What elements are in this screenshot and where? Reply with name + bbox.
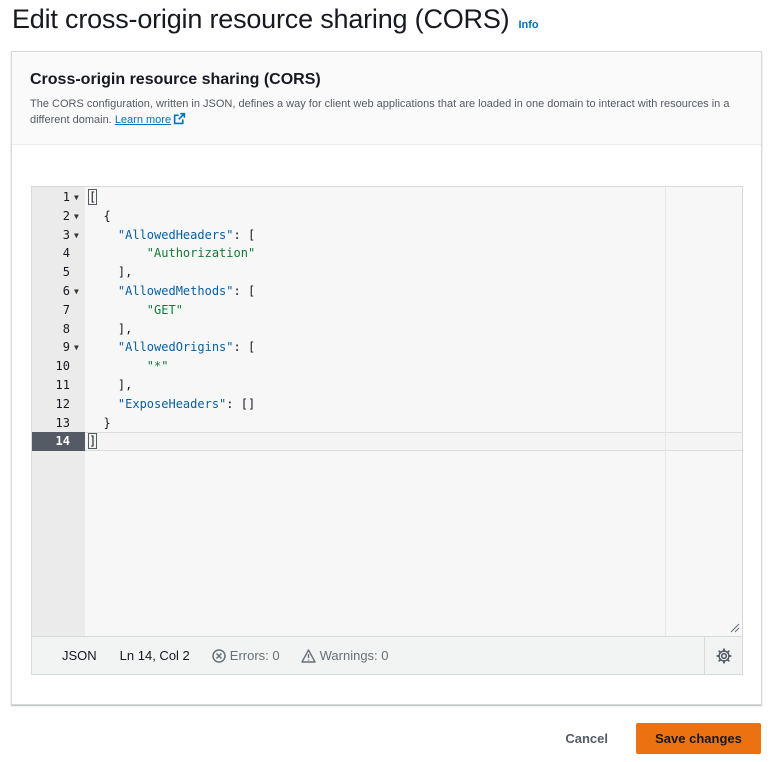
cors-panel: Cross-origin resource sharing (CORS) The… xyxy=(11,51,762,705)
warning-icon xyxy=(300,648,316,663)
code-text: "Authorization" xyxy=(89,244,255,263)
learn-more-label[interactable]: Learn more xyxy=(115,114,171,126)
save-changes-button[interactable]: Save changes xyxy=(636,723,761,754)
line-number: 2 xyxy=(62,208,70,223)
json-key: "AllowedOrigins" xyxy=(117,340,234,355)
editor-settings-button[interactable] xyxy=(704,637,742,674)
code-editor[interactable]: 1 ▼[2 ▼ {3 ▼ "AllowedHeaders": [4 "Authoriz… xyxy=(31,186,743,675)
code-line[interactable]: 2 ▼ { xyxy=(32,207,742,226)
info-link[interactable]: Info xyxy=(518,19,538,31)
code-text: "GET" xyxy=(89,301,183,320)
json-punctuation: : [ xyxy=(233,227,256,242)
json-punctuation: : [] xyxy=(226,396,256,411)
line-number: 11 xyxy=(55,378,70,392)
line-number: 13 xyxy=(55,415,70,430)
line-number: 7 xyxy=(62,302,70,317)
external-link-icon[interactable] xyxy=(173,112,186,125)
code-text: "AllowedMethods": [ xyxy=(89,282,255,301)
code-text: "ExposeHeaders": [] xyxy=(89,395,255,414)
code-line[interactable]: 11 ], xyxy=(32,376,742,395)
fold-arrow-icon[interactable]: ▼ xyxy=(74,282,79,301)
fold-arrow-icon[interactable]: ▼ xyxy=(74,207,79,226)
line-number: 9 xyxy=(62,340,70,355)
code-text: { xyxy=(89,207,111,226)
line-number: 6 xyxy=(62,284,70,298)
json-punctuation: ] xyxy=(87,433,98,450)
code-text: "AllowedOrigins": [ xyxy=(89,338,255,357)
page-header: Edit cross-origin resource sharing (CORS… xyxy=(12,4,539,35)
error-icon xyxy=(212,648,226,663)
json-punctuation: ], xyxy=(89,321,133,336)
line-number: 3 xyxy=(62,227,70,242)
fold-arrow-icon[interactable]: ▼ xyxy=(74,226,79,245)
json-key: "AllowedHeaders" xyxy=(117,227,234,242)
json-punctuation: : [ xyxy=(233,340,256,355)
resize-handle-icon[interactable] xyxy=(730,623,740,633)
code-text: "AllowedHeaders": [ xyxy=(89,226,255,245)
json-key: "ExposeHeaders" xyxy=(117,396,227,411)
learn-more-link[interactable]: Learn more xyxy=(115,112,186,126)
json-punctuation: ], xyxy=(89,378,133,392)
code-line[interactable]: 13 } xyxy=(32,414,742,433)
code-line[interactable]: 6 ▼ "AllowedMethods": [ xyxy=(32,282,742,301)
warnings-label: Warnings: 0 xyxy=(319,648,389,663)
code-text: ], xyxy=(89,320,132,339)
json-punctuation: [ xyxy=(87,189,98,205)
json-punctuation: { xyxy=(89,208,111,223)
errors-indicator[interactable]: Errors: 0 xyxy=(212,648,280,663)
editor-status-bar: JSON Ln 14, Col 2 Errors: 0 Warnings: 0 xyxy=(32,636,742,674)
line-number: 12 xyxy=(55,396,70,411)
gear-icon xyxy=(715,647,732,664)
json-string: "*" xyxy=(146,359,169,374)
json-punctuation: : [ xyxy=(233,284,256,298)
code-line[interactable]: 8 ], xyxy=(32,320,742,339)
json-string: "GET" xyxy=(146,302,183,317)
code-line[interactable]: 7 "GET" xyxy=(32,301,742,320)
code-line[interactable]: 12 "ExposeHeaders": [] xyxy=(32,395,742,414)
warnings-indicator[interactable]: Warnings: 0 xyxy=(300,648,389,663)
panel-title: Cross-origin resource sharing (CORS) xyxy=(30,71,321,88)
json-key: "AllowedMethods" xyxy=(117,284,234,298)
json-punctuation: ], xyxy=(89,265,133,280)
code-text: ], xyxy=(89,263,132,282)
cancel-button[interactable]: Cancel xyxy=(549,724,624,753)
json-string: "Authorization" xyxy=(146,246,256,261)
code-line[interactable]: 4 "Authorization" xyxy=(32,244,742,263)
line-number: 1 xyxy=(62,190,70,204)
language-mode: JSON xyxy=(62,648,97,663)
code-text: ], xyxy=(89,376,132,395)
fold-arrow-icon[interactable]: ▼ xyxy=(74,188,79,207)
line-number: 8 xyxy=(62,321,70,336)
code-line[interactable]: 10 "*" xyxy=(32,357,742,376)
panel-description: The CORS configuration, written in JSON,… xyxy=(30,96,745,128)
code-line[interactable]: 9 ▼ "AllowedOrigins": [ xyxy=(32,338,742,357)
panel-header: Cross-origin resource sharing (CORS) The… xyxy=(12,52,761,145)
fold-arrow-icon[interactable]: ▼ xyxy=(74,338,79,357)
code-line[interactable]: 3 ▼ "AllowedHeaders": [ xyxy=(32,226,742,245)
code-line[interactable]: 5 ], xyxy=(32,263,742,282)
line-number: 10 xyxy=(55,359,70,374)
line-number: 4 xyxy=(62,246,70,261)
cursor-position: Ln 14, Col 2 xyxy=(119,648,190,663)
code-text: "*" xyxy=(89,357,169,376)
line-number: 5 xyxy=(62,265,70,280)
code-text: [ xyxy=(87,188,98,207)
errors-label: Errors: 0 xyxy=(229,648,280,663)
code-text: ] xyxy=(87,432,98,451)
json-punctuation: } xyxy=(89,415,111,430)
page-title: Edit cross-origin resource sharing (CORS… xyxy=(12,4,510,34)
line-number: 14 xyxy=(55,434,70,449)
form-actions: Cancel Save changes xyxy=(549,723,761,754)
code-text: } xyxy=(89,414,111,433)
code-line[interactable]: 1 ▼ [ xyxy=(32,188,742,207)
code-line[interactable]: 14] xyxy=(32,432,742,451)
